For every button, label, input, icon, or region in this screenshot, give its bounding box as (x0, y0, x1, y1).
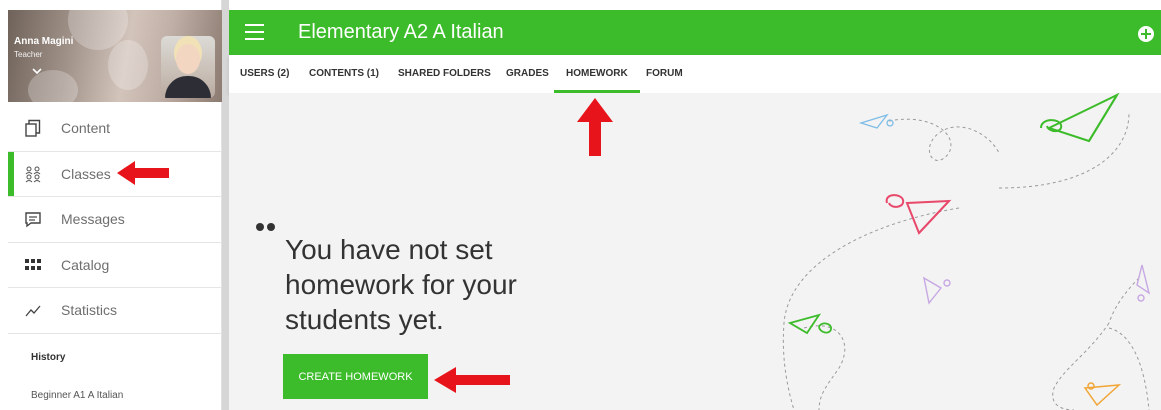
tab-users[interactable]: USERS (2) (240, 55, 289, 93)
homework-panel: You have not set homework for your stude… (229, 93, 1161, 410)
sidebar: Anna Magini Teacher Content Classes Mess… (0, 0, 222, 410)
empty-state-message: You have not set homework for your stude… (285, 234, 517, 335)
sidebar-scrollbar[interactable] (222, 0, 229, 410)
sidebar-item-catalog[interactable]: Catalog (8, 243, 222, 288)
tab-forum[interactable]: FORUM (646, 55, 683, 93)
course-tabs: USERS (2) CONTENTS (1) SHARED FOLDERS GR… (229, 55, 1161, 93)
course-header: Elementary A2 A Italian (229, 10, 1161, 55)
catalog-icon (25, 258, 41, 270)
history-heading: History (31, 352, 66, 363)
tab-grades[interactable]: GRADES (506, 55, 549, 93)
profile-card[interactable]: Anna Magini Teacher (8, 10, 222, 102)
history-item[interactable]: Beginner A1 A Italian (31, 390, 123, 401)
sidebar-item-messages[interactable]: Messages (8, 197, 222, 243)
classes-icon (25, 166, 41, 183)
sidebar-item-classes[interactable]: Classes (8, 151, 222, 197)
profile-name: Anna Magini (14, 36, 74, 47)
content-icon (25, 120, 41, 137)
page-title: Elementary A2 A Italian (298, 21, 504, 43)
decorative-dots (256, 218, 278, 236)
annotation-arrow-left-icon (434, 367, 510, 393)
hamburger-icon[interactable] (245, 24, 264, 40)
tab-homework[interactable]: HOMEWORK (554, 55, 640, 93)
profile-role: Teacher (14, 50, 43, 59)
annotation-arrow-left-icon (117, 161, 169, 185)
annotation-arrow-up-icon (577, 98, 613, 156)
sidebar-item-statistics[interactable]: Statistics (8, 288, 222, 334)
plus-circle-icon[interactable] (1138, 26, 1154, 42)
sidebar-item-label: Messages (61, 211, 125, 228)
create-homework-button[interactable]: CREATE HOMEWORK (283, 354, 428, 399)
sidebar-item-label: Content (61, 120, 111, 137)
tab-shared-folders[interactable]: SHARED FOLDERS (398, 55, 491, 93)
tab-contents[interactable]: CONTENTS (1) (309, 55, 379, 93)
sidebar-item-label: Catalog (61, 256, 110, 273)
sidebar-item-label: Classes (61, 165, 111, 182)
messages-icon (25, 212, 41, 228)
chevron-down-icon[interactable] (30, 64, 44, 78)
avatar (161, 36, 215, 98)
statistics-icon (25, 305, 41, 317)
sidebar-item-label: Statistics (61, 302, 118, 319)
sidebar-nav: Content Classes Messages Catalog Statist… (8, 106, 222, 334)
sidebar-item-content[interactable]: Content (8, 106, 222, 152)
